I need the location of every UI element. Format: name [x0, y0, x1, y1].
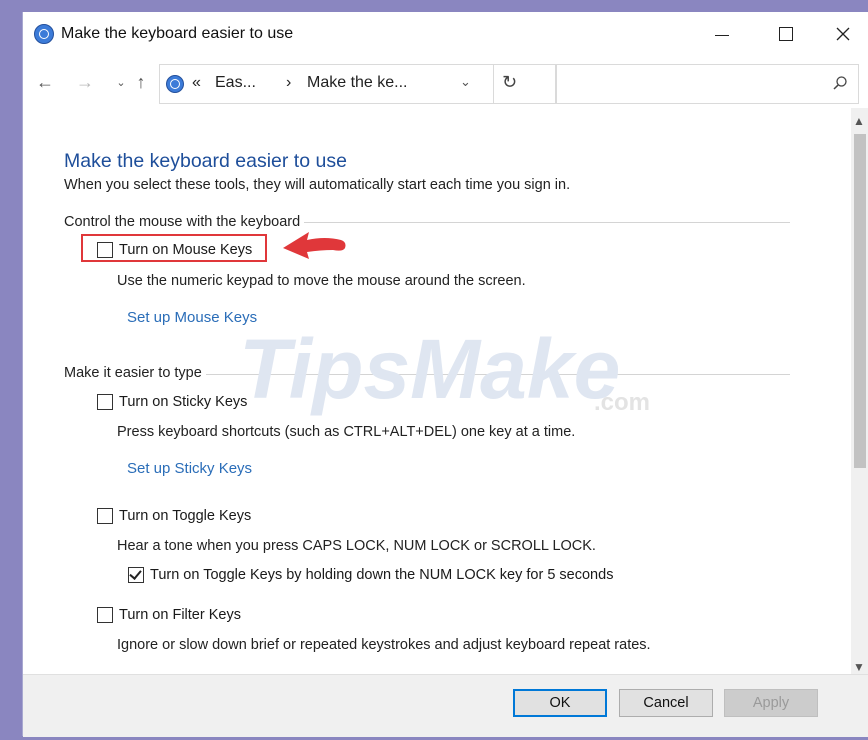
- scroll-up-icon[interactable]: ▲: [853, 114, 865, 128]
- address-divider: [493, 65, 494, 103]
- filter-keys-box[interactable]: [97, 607, 113, 623]
- address-dropdown-chevron-icon[interactable]: ⌄: [460, 74, 471, 90]
- control-panel-icon: [166, 75, 184, 93]
- setup-sticky-keys-link[interactable]: Set up Sticky Keys: [127, 460, 252, 477]
- toggle-keys-description: Hear a tone when you press CAPS LOCK, NU…: [117, 538, 596, 554]
- dialog-footer: OK Cancel Apply: [23, 674, 868, 737]
- title-bar[interactable]: Make the keyboard easier to use: [23, 12, 868, 56]
- filter-keys-label[interactable]: Turn on Filter Keys: [119, 607, 241, 623]
- refresh-icon[interactable]: ↻: [502, 72, 517, 93]
- vertical-scrollbar[interactable]: ▲ ▼: [851, 108, 868, 674]
- sticky-keys-label[interactable]: Turn on Sticky Keys: [119, 394, 247, 410]
- page-subtitle: When you select these tools, they will a…: [64, 177, 571, 193]
- cancel-button[interactable]: Cancel: [619, 689, 713, 717]
- address-bar[interactable]: « Eas... › Make the ke... ⌄ ↻: [159, 64, 557, 104]
- sticky-keys-box[interactable]: [97, 394, 113, 410]
- red-arrow-icon: [283, 232, 346, 259]
- close-button[interactable]: [829, 20, 857, 48]
- minimize-button[interactable]: [708, 20, 736, 48]
- sticky-keys-checkbox[interactable]: Turn on Sticky Keys: [97, 394, 247, 410]
- forward-button[interactable]: →: [75, 72, 95, 92]
- toggle-keys-hold-label[interactable]: Turn on Toggle Keys by holding down the …: [150, 567, 613, 583]
- breadcrumb-current[interactable]: Make the ke...: [307, 74, 408, 92]
- toggle-keys-checkbox[interactable]: Turn on Toggle Keys: [97, 508, 251, 524]
- watermark: TipsMake .com: [239, 326, 650, 416]
- up-button[interactable]: ↑: [131, 72, 151, 92]
- section-heading-typing: Make it easier to type: [64, 365, 206, 381]
- scroll-down-icon[interactable]: ▼: [853, 660, 865, 674]
- breadcrumb-separator: ›: [286, 74, 292, 91]
- scroll-thumb[interactable]: [854, 134, 866, 468]
- sticky-keys-description: Press keyboard shortcuts (such as CTRL+A…: [117, 424, 576, 440]
- address-toolbar: ← → ⌄ ↑ « Eas... › Make the ke... ⌄ ↻: [23, 62, 868, 104]
- filter-keys-checkbox[interactable]: Turn on Filter Keys: [97, 607, 241, 623]
- watermark-suffix: .com: [594, 389, 650, 416]
- toggle-keys-box[interactable]: [97, 508, 113, 524]
- toggle-keys-label[interactable]: Turn on Toggle Keys: [119, 508, 251, 524]
- watermark-brand: TipsMake: [239, 326, 620, 416]
- recent-locations-chevron-icon[interactable]: ⌄: [111, 73, 131, 93]
- highlight-box: [81, 234, 267, 262]
- setup-mouse-keys-link[interactable]: Set up Mouse Keys: [127, 309, 257, 326]
- close-icon: [836, 27, 850, 41]
- content-pane: Make the keyboard easier to use When you…: [23, 108, 851, 674]
- toggle-keys-hold-checkbox[interactable]: Turn on Toggle Keys by holding down the …: [128, 567, 613, 583]
- maximize-button[interactable]: [772, 20, 800, 48]
- dialog-window: Make the keyboard easier to use ← → ⌄ ↑ …: [22, 12, 868, 737]
- ease-of-access-icon: [34, 24, 54, 44]
- minimize-icon: [715, 34, 729, 36]
- maximize-icon: [779, 27, 793, 41]
- section-heading-mouse: Control the mouse with the keyboard: [64, 214, 305, 230]
- window-title: Make the keyboard easier to use: [61, 25, 294, 42]
- breadcrumb-overflow[interactable]: «: [192, 74, 201, 92]
- mouse-keys-description: Use the numeric keypad to move the mouse…: [117, 273, 526, 289]
- breadcrumb-ease-of-access[interactable]: Eas...: [215, 74, 256, 92]
- filter-keys-description: Ignore or slow down brief or repeated ke…: [117, 637, 651, 653]
- search-input[interactable]: [555, 64, 859, 104]
- search-icon[interactable]: [832, 75, 848, 91]
- toggle-keys-hold-box[interactable]: [128, 567, 144, 583]
- apply-button[interactable]: Apply: [724, 689, 818, 717]
- back-button[interactable]: ←: [35, 72, 55, 92]
- page-title: Make the keyboard easier to use: [64, 150, 347, 172]
- ok-button[interactable]: OK: [513, 689, 607, 717]
